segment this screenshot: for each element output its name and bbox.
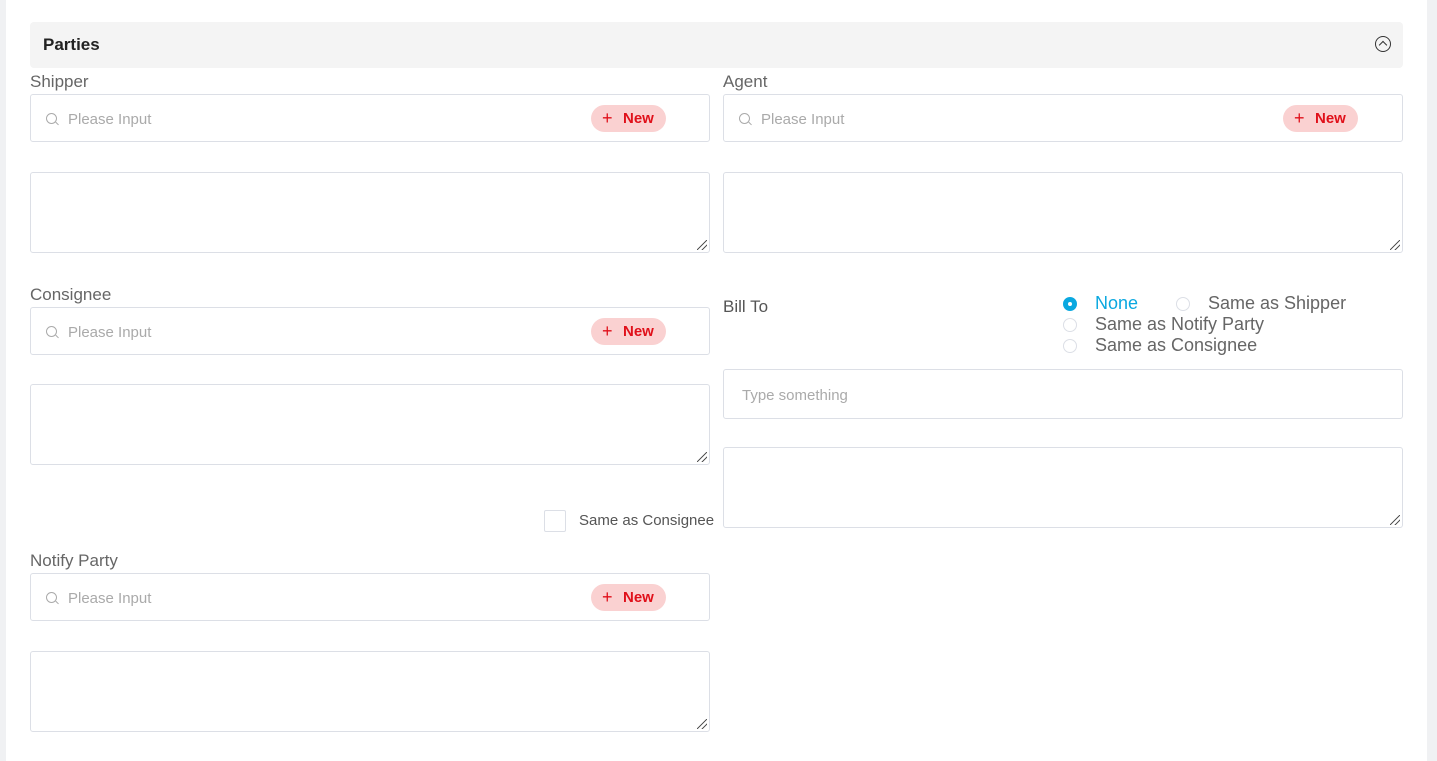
consignee-address-textarea[interactable]	[30, 384, 710, 465]
same-as-consignee-checkbox[interactable]	[544, 510, 566, 532]
consignee-label: Consignee	[30, 285, 112, 304]
section-title: Parties	[43, 35, 100, 54]
search-icon	[46, 113, 57, 124]
bill-to-label: Bill To	[723, 297, 769, 316]
search-icon	[739, 113, 750, 124]
notify-party-search-input[interactable]: Please Input + New	[30, 573, 710, 621]
consignee-new-button[interactable]: + New	[591, 318, 666, 345]
shipper-label: Shipper	[30, 72, 89, 91]
bill-to-input[interactable]: Type something	[723, 369, 1403, 419]
search-icon	[46, 592, 57, 603]
resize-handle-icon[interactable]	[697, 240, 707, 250]
collapse-chevron-up-icon[interactable]	[1375, 36, 1391, 52]
notify-party-search-placeholder: Please Input	[68, 590, 152, 607]
shipper-new-label: New	[623, 110, 654, 127]
agent-label: Agent	[723, 72, 768, 91]
bill-to-address-textarea[interactable]	[723, 447, 1403, 528]
agent-address-textarea[interactable]	[723, 172, 1403, 253]
notify-party-address-textarea[interactable]	[30, 651, 710, 732]
bill-to-radio-same-as-notify-party[interactable]	[1063, 318, 1077, 332]
plus-icon: +	[1294, 108, 1305, 128]
plus-icon: +	[602, 587, 613, 607]
resize-handle-icon[interactable]	[1390, 515, 1400, 525]
resize-handle-icon[interactable]	[1390, 240, 1400, 250]
bill-to-radio-same-as-consignee[interactable]	[1063, 339, 1077, 353]
resize-handle-icon[interactable]	[697, 452, 707, 462]
shipper-new-button[interactable]: + New	[591, 105, 666, 132]
shipper-search-placeholder: Please Input	[68, 111, 152, 128]
agent-new-label: New	[1315, 110, 1346, 127]
notify-party-new-button[interactable]: + New	[591, 584, 666, 611]
bill-to-input-placeholder: Type something	[742, 387, 848, 404]
notify-party-new-label: New	[623, 589, 654, 606]
shipper-search-input[interactable]: Please Input + New	[30, 94, 710, 142]
bill-to-option-same-as-consignee[interactable]: Same as Consignee	[1095, 335, 1257, 356]
agent-search-input[interactable]: Please Input + New	[723, 94, 1403, 142]
bill-to-radio-none[interactable]	[1063, 297, 1077, 311]
consignee-search-placeholder: Please Input	[68, 324, 152, 341]
notify-party-label: Notify Party	[30, 551, 118, 570]
resize-handle-icon[interactable]	[697, 719, 707, 729]
bill-to-option-none[interactable]: None	[1095, 293, 1138, 314]
bill-to-option-same-as-notify-party[interactable]: Same as Notify Party	[1095, 314, 1264, 335]
consignee-new-label: New	[623, 323, 654, 340]
plus-icon: +	[602, 108, 613, 128]
agent-search-placeholder: Please Input	[761, 111, 845, 128]
bill-to-radio-same-as-shipper[interactable]	[1176, 297, 1190, 311]
search-icon	[46, 326, 57, 337]
section-header-parties[interactable]: Parties	[30, 22, 1403, 68]
consignee-search-input[interactable]: Please Input + New	[30, 307, 710, 355]
same-as-consignee-label[interactable]: Same as Consignee	[579, 512, 714, 529]
plus-icon: +	[602, 321, 613, 341]
shipper-address-textarea[interactable]	[30, 172, 710, 253]
agent-new-button[interactable]: + New	[1283, 105, 1358, 132]
bill-to-option-same-as-shipper[interactable]: Same as Shipper	[1208, 293, 1346, 314]
